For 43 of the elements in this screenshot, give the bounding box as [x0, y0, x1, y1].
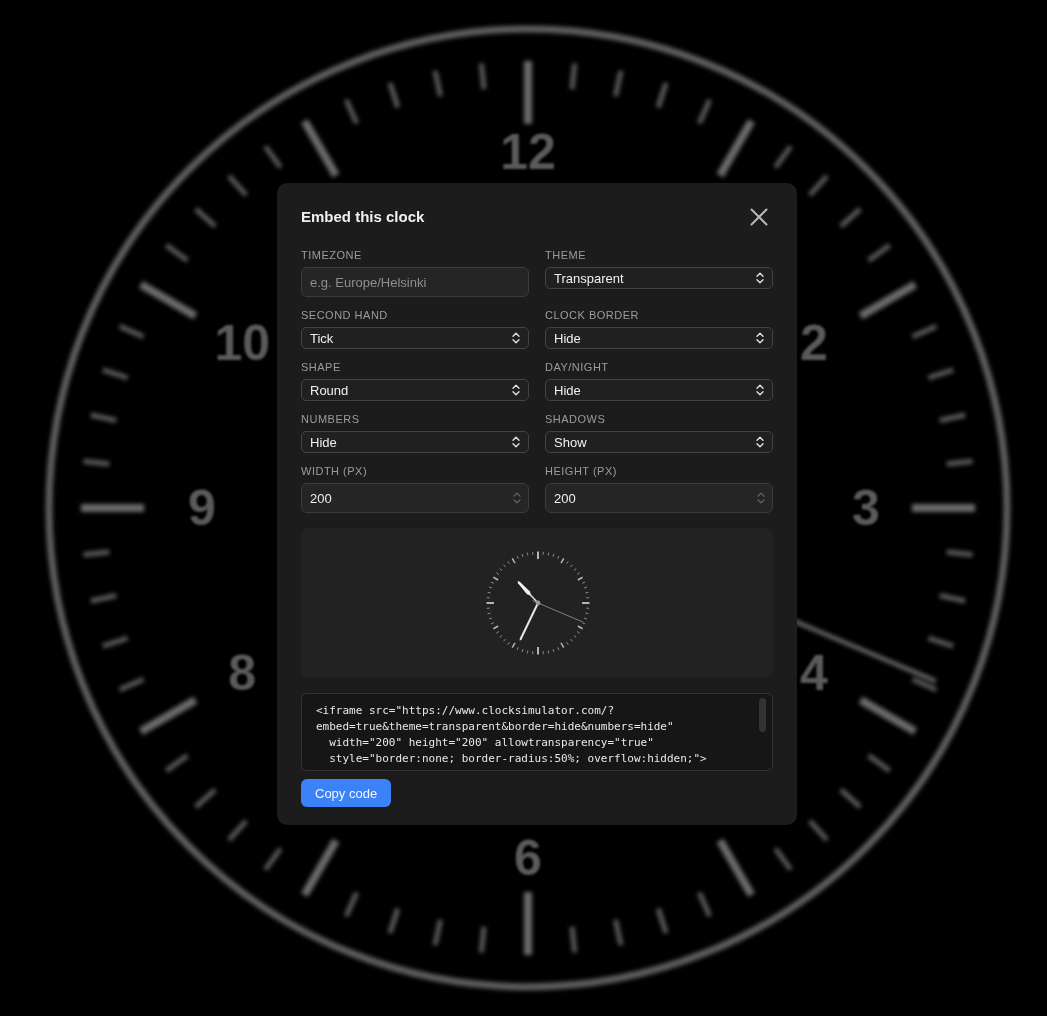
dropdown-select[interactable]: Round [301, 379, 529, 401]
field-label: CLOCK BORDER [545, 308, 641, 322]
field-label: SHAPE [301, 360, 342, 374]
dropdown-select[interactable]: Hide [301, 431, 529, 453]
stepper-icon[interactable] [757, 492, 765, 504]
dialog-title: Embed this clock [301, 207, 425, 227]
dropdown-select[interactable]: Hide [545, 327, 773, 349]
close-button[interactable] [750, 208, 768, 226]
close-icon [750, 208, 768, 226]
chevron-updown-icon [512, 384, 520, 396]
text-field[interactable]: e.g. Europe/Helsinki [301, 267, 529, 297]
field-label: THEME [545, 248, 587, 262]
field-label: SECOND HAND [301, 308, 389, 322]
clock-number: 8 [228, 645, 257, 701]
chevron-updown-icon [512, 332, 520, 344]
dropdown-select[interactable]: Tick [301, 327, 529, 349]
embed-code-field[interactable]: <iframe src="https://www.clocksimulator.com/? embed=true&theme=transparent&border=hide&numbers=hide" width="200" height="200" allowtransparency="true" style="border:none; border-radius:50%; overflow:hidden;"> [301, 693, 773, 771]
dropdown-select[interactable]: Hide [545, 379, 773, 401]
field-label: SHADOWS [545, 412, 607, 426]
clock-number: 6 [514, 830, 542, 886]
chevron-updown-icon [756, 272, 764, 284]
clock-number: 9 [188, 480, 216, 536]
chevron-updown-icon [756, 332, 764, 344]
clock-number: 3 [852, 480, 880, 536]
field-label: TIMEZONE [301, 248, 363, 262]
stepper-icon[interactable] [513, 492, 521, 504]
copy-code-button[interactable]: Copy code [301, 779, 392, 807]
number-field[interactable]: 200 [301, 483, 529, 513]
chevron-updown-icon [756, 436, 764, 448]
dropdown-select[interactable]: Transparent [545, 267, 773, 289]
dropdown-select[interactable]: Show [545, 431, 773, 453]
chevron-updown-icon [512, 436, 520, 448]
clock-number: 12 [500, 124, 556, 180]
field-label: DAY/NIGHT [545, 360, 610, 374]
field-label: NUMBERS [301, 412, 361, 426]
field-label: WIDTH (PX) [301, 464, 369, 478]
chevron-updown-icon [756, 384, 764, 396]
clock-number: 2 [799, 315, 828, 371]
clock-number: 4 [799, 645, 828, 701]
scrollbar-thumb[interactable] [759, 698, 766, 732]
number-field[interactable]: 200 [545, 483, 773, 513]
field-label: HEIGHT (PX) [545, 464, 618, 478]
clock-number: 10 [214, 315, 270, 371]
